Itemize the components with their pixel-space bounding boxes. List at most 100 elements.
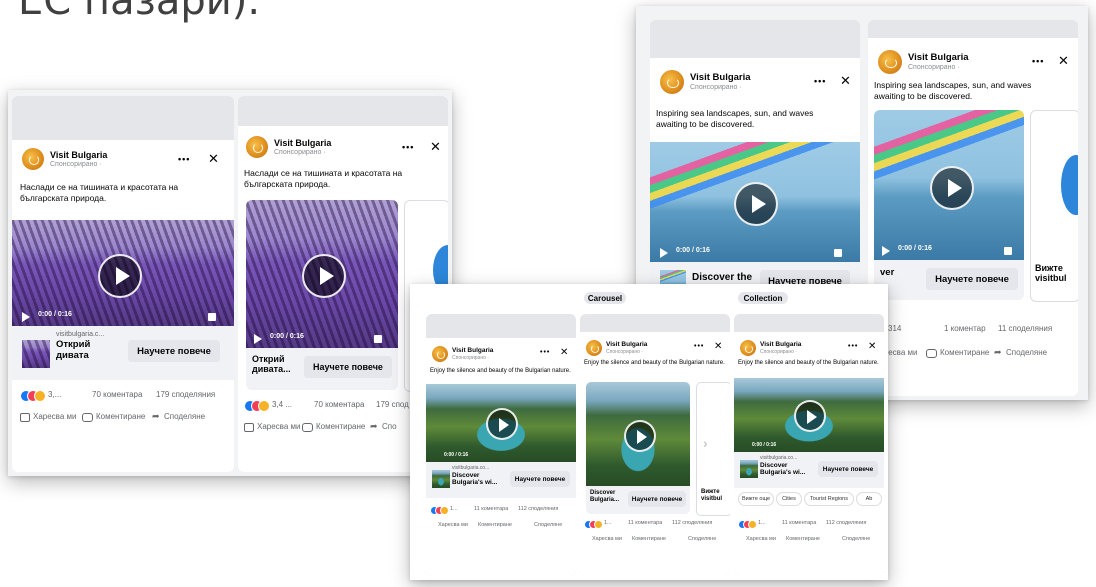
reaction-count[interactable]: 1... — [604, 520, 612, 526]
more-options-icon[interactable]: ••• — [1032, 56, 1044, 66]
shares-count[interactable]: 112 споделяния — [518, 506, 558, 512]
link-title[interactable]: Открий дивата — [56, 339, 116, 362]
carousel-card-video[interactable]: 0:00 / 0:16 — [874, 110, 1024, 260]
volume-icon[interactable] — [834, 249, 842, 257]
link-title[interactable]: Discover the — [692, 272, 754, 284]
carousel-card-next[interactable]: › Вижте visitbul — [696, 382, 730, 516]
learn-more-button[interactable]: Научете повече — [128, 340, 220, 362]
play-small-icon[interactable] — [660, 248, 668, 258]
share-button[interactable]: Спо — [382, 422, 397, 431]
play-button-icon[interactable] — [486, 408, 518, 440]
comment-button[interactable]: Коментиране — [316, 422, 365, 431]
share-button[interactable]: Споделяне — [534, 522, 562, 528]
share-button[interactable]: Споделяне — [688, 536, 716, 542]
learn-more-button[interactable]: Научете повече — [304, 356, 392, 378]
video-player[interactable]: 0:00 / 0:16 — [12, 220, 234, 326]
volume-icon[interactable] — [1004, 247, 1012, 255]
carousel-card-video[interactable] — [586, 382, 690, 486]
brand-name[interactable]: Visit Bulgaria — [908, 52, 969, 63]
tag-see-more[interactable]: Вижте още — [738, 492, 774, 506]
play-button-icon[interactable] — [302, 254, 346, 298]
reaction-count[interactable]: 1... — [450, 506, 458, 512]
video-player[interactable]: 0:00 / 0:16 — [650, 142, 860, 262]
more-options-icon[interactable]: ••• — [540, 349, 550, 356]
volume-icon[interactable] — [208, 313, 216, 321]
more-options-icon[interactable]: ••• — [178, 154, 190, 164]
close-icon[interactable]: ✕ — [868, 341, 876, 352]
play-small-icon[interactable] — [254, 334, 262, 344]
brand-name[interactable]: Visit Bulgaria — [606, 341, 647, 348]
reaction-count[interactable]: 1... — [758, 520, 766, 526]
comment-icon[interactable] — [926, 349, 937, 358]
like-button[interactable]: Харесва ми — [592, 536, 622, 542]
reaction-count[interactable]: 314 — [888, 324, 901, 333]
comments-count[interactable]: 11 коментара — [628, 520, 662, 526]
more-options-icon[interactable]: ••• — [694, 343, 704, 350]
more-options-icon[interactable]: ••• — [848, 343, 858, 350]
volume-icon[interactable] — [374, 335, 382, 343]
link-title[interactable]: Discover Bulgaria... — [590, 490, 628, 504]
link-title[interactable]: Discover Bulgaria's wi... — [760, 462, 812, 477]
carousel-card-video[interactable]: 0:00 / 0:16 — [246, 200, 398, 348]
play-button-icon[interactable] — [624, 420, 656, 452]
tag-cities[interactable]: Cities — [776, 492, 802, 506]
more-options-icon[interactable]: ••• — [402, 142, 414, 152]
brand-name[interactable]: Visit Bulgaria — [50, 150, 107, 160]
brand-name[interactable]: Visit Bulgaria — [760, 341, 801, 348]
comment-button[interactable]: Коментиране — [940, 348, 989, 357]
comments-count[interactable]: 1 коментар — [944, 324, 986, 333]
shares-count[interactable]: 179 споделяния — [156, 390, 215, 399]
learn-more-button[interactable]: Научете повече — [818, 461, 878, 477]
like-button[interactable]: Харесва ми — [746, 536, 776, 542]
comment-button[interactable]: Коментиране — [632, 536, 666, 542]
learn-more-button[interactable]: Научете повече — [926, 268, 1018, 290]
like-icon[interactable] — [244, 423, 254, 432]
close-icon[interactable]: ✕ — [1058, 53, 1069, 69]
comment-button[interactable]: Коментиране — [786, 536, 820, 542]
like-button[interactable]: Харесва ми — [257, 422, 300, 431]
reaction-count[interactable]: 3,... — [48, 390, 61, 399]
like-button[interactable]: Харесва ми — [438, 522, 468, 528]
shares-count[interactable]: 179 спод — [376, 400, 409, 409]
tag-tourist-regions[interactable]: Tourist Regions — [804, 492, 854, 506]
close-icon[interactable]: ✕ — [560, 347, 568, 358]
comment-button[interactable]: Коментиране — [478, 522, 512, 528]
comments-count[interactable]: 11 коментара — [782, 520, 816, 526]
share-icon[interactable]: ➦ — [370, 421, 378, 432]
play-small-icon[interactable] — [882, 246, 890, 256]
close-icon[interactable]: ✕ — [430, 139, 441, 155]
shares-count[interactable]: 11 споделяния — [998, 324, 1052, 333]
share-button[interactable]: Споделяне — [842, 536, 870, 542]
close-icon[interactable]: ✕ — [208, 151, 219, 167]
brand-name[interactable]: Visit Bulgaria — [690, 72, 751, 83]
video-player[interactable]: 0:00 / 0:16 — [426, 384, 576, 462]
link-title[interactable]: Discover Bulgaria's wi... — [452, 472, 504, 487]
shares-count[interactable]: 112 споделяния — [672, 520, 712, 526]
comment-icon[interactable] — [302, 423, 313, 432]
learn-more-button[interactable]: Научете повече — [510, 471, 570, 487]
play-button-icon[interactable] — [930, 166, 974, 210]
comments-count[interactable]: 70 коментара — [92, 390, 142, 399]
share-icon[interactable]: ➦ — [152, 411, 160, 422]
like-icon[interactable] — [20, 413, 30, 422]
link-title[interactable]: Открий дивата... — [252, 354, 302, 375]
next-card-title[interactable]: Вижте visitbul — [701, 489, 730, 503]
play-button-icon[interactable] — [98, 254, 142, 298]
next-card-title[interactable]: Вижте visitbul — [1035, 263, 1075, 284]
share-button[interactable]: Споделяне — [1006, 348, 1047, 357]
comment-icon[interactable] — [82, 413, 93, 422]
shares-count[interactable]: 112 споделяния — [826, 520, 866, 526]
like-button[interactable]: Харесва ми — [33, 412, 76, 421]
carousel-card-next[interactable]: Вижте visitbul — [1030, 110, 1078, 302]
close-icon[interactable]: ✕ — [714, 341, 722, 352]
play-small-icon[interactable] — [22, 312, 30, 322]
comment-button[interactable]: Коментиране — [96, 412, 145, 421]
share-icon[interactable]: ➦ — [994, 347, 1002, 358]
play-button-icon[interactable] — [794, 400, 826, 432]
close-icon[interactable]: ✕ — [840, 73, 851, 89]
learn-more-button[interactable]: Научете повече — [628, 491, 686, 507]
comments-count[interactable]: 11 коментара — [474, 506, 508, 512]
link-title[interactable]: ver — [880, 267, 920, 279]
brand-name[interactable]: Visit Bulgaria — [274, 138, 331, 148]
video-player[interactable]: 0:00 / 0:16 — [734, 378, 884, 452]
